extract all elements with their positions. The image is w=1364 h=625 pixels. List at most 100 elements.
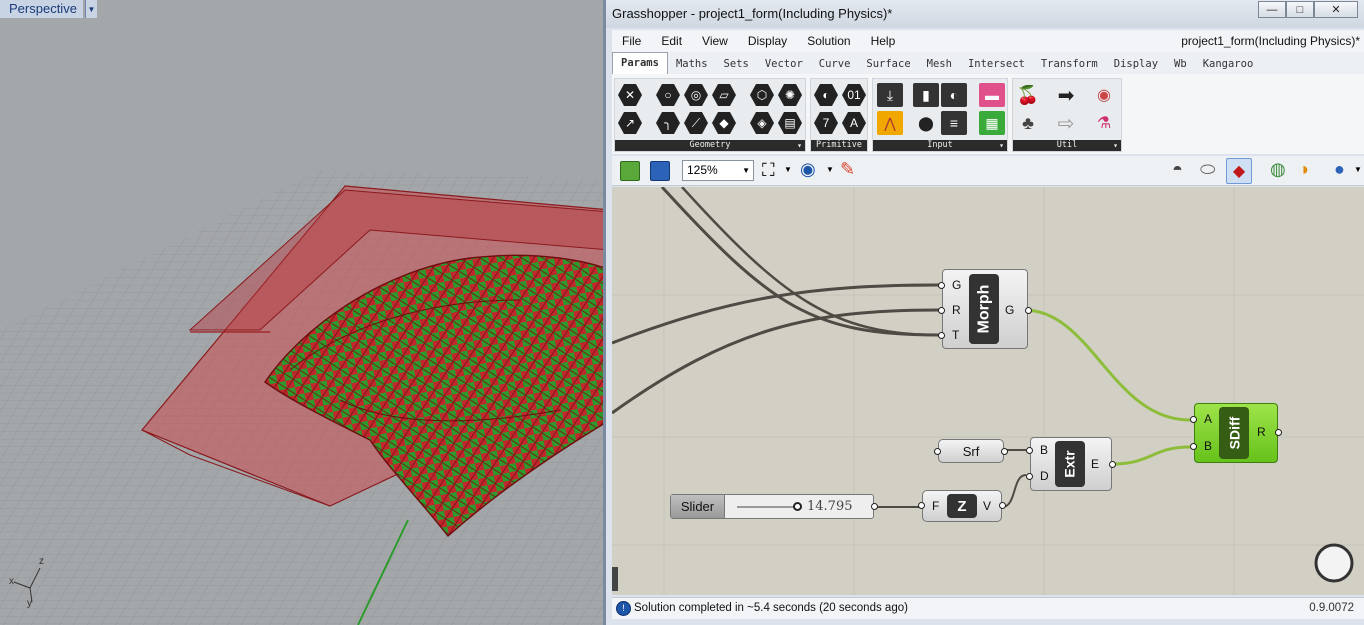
- menu-solution[interactable]: Solution: [797, 30, 860, 52]
- tab-display[interactable]: Display: [1106, 54, 1166, 74]
- srf-output-grip[interactable]: [1001, 448, 1008, 455]
- scroll-handle[interactable]: [612, 567, 618, 591]
- preview-shaded-icon[interactable]: ⬭: [1200, 159, 1215, 180]
- rhino-viewport[interactable]: Perspective ▼ z x y: [0, 0, 610, 625]
- viewport-title[interactable]: Perspective ▼: [0, 0, 97, 18]
- tab-wb[interactable]: Wb: [1166, 54, 1195, 74]
- sketch-pen-icon[interactable]: ✎: [840, 159, 855, 180]
- text-param-icon[interactable]: A: [841, 111, 867, 135]
- zoom-extents-icon[interactable]: ⛶: [762, 160, 775, 181]
- srf-param[interactable]: Srf: [934, 439, 1008, 463]
- tab-intersect[interactable]: Intersect: [960, 54, 1033, 74]
- circle-param-icon[interactable]: ○: [655, 83, 681, 107]
- menu-file[interactable]: File: [612, 30, 651, 52]
- expand-input-icon[interactable]: ▾: [999, 140, 1004, 151]
- morph-input-t-grip[interactable]: [938, 332, 945, 339]
- brep-param-icon[interactable]: ⬡: [749, 83, 775, 107]
- flask-icon[interactable]: ⚗: [1091, 111, 1117, 135]
- extr-component[interactable]: B D Extr E: [1026, 437, 1116, 491]
- tab-curve[interactable]: Curve: [811, 54, 859, 74]
- number-param-icon[interactable]: 01: [841, 83, 867, 107]
- slider-output-grip[interactable]: [871, 503, 878, 510]
- extr-output-e-grip[interactable]: [1109, 461, 1116, 468]
- close-button[interactable]: ✕: [1314, 1, 1358, 18]
- minimize-button[interactable]: —: [1258, 1, 1286, 18]
- menu-help[interactable]: Help: [861, 30, 906, 52]
- geometry-param-icon[interactable]: ▤: [777, 111, 803, 135]
- extr-input-d-grip[interactable]: [1026, 473, 1033, 480]
- arc-param-icon[interactable]: ◎: [683, 83, 709, 107]
- vector-param-icon[interactable]: ↗: [617, 111, 643, 135]
- bake-icon[interactable]: ◍: [1270, 159, 1286, 180]
- info-icon[interactable]: !: [616, 601, 631, 616]
- eye-chevron-icon[interactable]: ▼: [826, 165, 834, 174]
- menu-display[interactable]: Display: [738, 30, 797, 52]
- data-dam-icon[interactable]: ➡: [1053, 83, 1079, 107]
- tab-vector[interactable]: Vector: [757, 54, 811, 74]
- plane-param-icon[interactable]: ▱: [711, 83, 737, 107]
- material-icon[interactable]: ◑: [1298, 159, 1309, 180]
- button-icon[interactable]: ⬤: [913, 111, 939, 135]
- integer-param-icon[interactable]: 7: [813, 111, 839, 135]
- unitz-output-v-grip[interactable]: [999, 502, 1006, 509]
- save-file-icon[interactable]: [650, 161, 670, 181]
- tab-params[interactable]: Params: [612, 52, 668, 74]
- compass-widget[interactable]: [1314, 543, 1354, 583]
- menu-edit[interactable]: Edit: [651, 30, 692, 52]
- viewport-name[interactable]: Perspective: [0, 0, 83, 18]
- unit-z-component[interactable]: F Z V: [918, 490, 1006, 522]
- toggle-icon[interactable]: ▮: [913, 83, 939, 107]
- zoom-dropdown[interactable]: 125% ▼: [682, 160, 754, 181]
- grasshopper-canvas[interactable]: G R T Morph G A B SDiff R Srf B D Extr E…: [612, 187, 1364, 595]
- value-list-icon[interactable]: ≡: [941, 111, 967, 135]
- point-param-icon[interactable]: ✕: [617, 83, 643, 107]
- mesh-param-icon[interactable]: ✺: [777, 83, 803, 107]
- title-bar[interactable]: Grasshopper - project1_form(Including Ph…: [606, 0, 1364, 28]
- line-param-icon[interactable]: ⟋: [683, 111, 709, 135]
- zoom-extents-chevron-icon[interactable]: ▼: [784, 165, 792, 174]
- sdiff-output-r-grip[interactable]: [1275, 429, 1282, 436]
- globe-chevron-icon[interactable]: ▼: [1354, 165, 1362, 174]
- expand-geometry-icon[interactable]: ▾: [797, 140, 802, 151]
- curve-param-icon[interactable]: ╮: [655, 111, 681, 135]
- extr-input-b-grip[interactable]: [1026, 447, 1033, 454]
- viewport-menu-arrow-icon[interactable]: ▼: [84, 0, 97, 18]
- unitz-input-f-grip[interactable]: [918, 502, 925, 509]
- eye-icon[interactable]: ◉: [800, 159, 816, 180]
- box-param-icon[interactable]: ◆: [711, 111, 737, 135]
- sdiff-component[interactable]: A B SDiff R: [1190, 403, 1282, 463]
- cherry-picker-icon[interactable]: 🍒: [1015, 83, 1041, 107]
- morph-input-r-grip[interactable]: [938, 307, 945, 314]
- graph-mapper-icon[interactable]: ⋀: [877, 111, 903, 135]
- surface-param-icon[interactable]: ◈: [749, 111, 775, 135]
- slider-grip[interactable]: [793, 502, 802, 511]
- panel-icon[interactable]: ◐: [941, 83, 967, 107]
- tab-maths[interactable]: Maths: [668, 54, 716, 74]
- tab-kangaroo[interactable]: Kangaroo: [1195, 54, 1262, 74]
- open-file-icon[interactable]: [620, 161, 640, 181]
- relay-icon[interactable]: ⇨: [1053, 111, 1079, 135]
- gradient-icon[interactable]: ▬: [979, 83, 1005, 107]
- number-slider[interactable]: Slider 14.795: [670, 494, 878, 519]
- sdiff-input-b-grip[interactable]: [1190, 443, 1197, 450]
- globe-icon[interactable]: ●: [1334, 159, 1345, 180]
- expand-util-icon[interactable]: ▾: [1113, 140, 1118, 151]
- tab-sets[interactable]: Sets: [716, 54, 757, 74]
- morph-output-g-grip[interactable]: [1025, 307, 1032, 314]
- tab-transform[interactable]: Transform: [1033, 54, 1106, 74]
- preview-selected-icon[interactable]: ◆: [1226, 158, 1252, 184]
- maximize-button[interactable]: □: [1286, 1, 1314, 18]
- menu-view[interactable]: View: [692, 30, 738, 52]
- tab-surface[interactable]: Surface: [858, 54, 918, 74]
- boolean-param-icon[interactable]: ◐: [813, 83, 839, 107]
- fitness-icon[interactable]: ◉: [1091, 83, 1117, 107]
- morph-component[interactable]: G R T Morph G: [938, 269, 1032, 349]
- tab-mesh[interactable]: Mesh: [919, 54, 960, 74]
- preview-wireframe-icon[interactable]: ◓: [1172, 159, 1183, 180]
- matrix-icon[interactable]: ▦: [979, 111, 1005, 135]
- sdiff-input-a-grip[interactable]: [1190, 416, 1197, 423]
- import-icon[interactable]: ⤓: [877, 83, 903, 107]
- slider-track[interactable]: [737, 506, 795, 508]
- tree-icon[interactable]: ♣: [1015, 111, 1041, 135]
- morph-input-g-grip[interactable]: [938, 282, 945, 289]
